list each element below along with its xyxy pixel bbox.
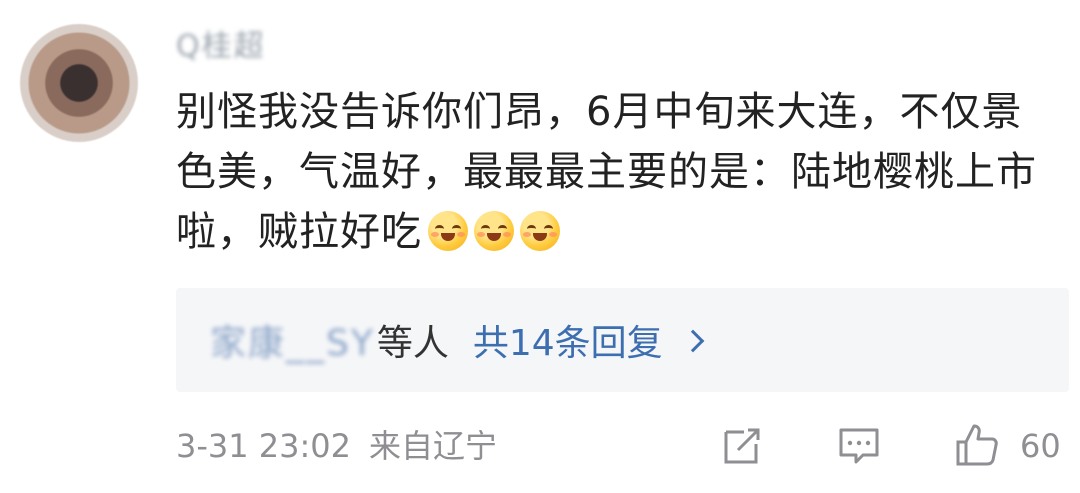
reply-suffix: 等人 <box>376 323 449 364</box>
avatar[interactable] <box>20 24 138 142</box>
blush-emoji-icon <box>428 211 468 251</box>
blush-emoji-icon <box>520 211 560 251</box>
comment-location: 来自辽宁 <box>369 427 498 465</box>
reply-count-link[interactable]: 共14条回复 <box>473 314 663 366</box>
comment-text: 别怪我没告诉你们昂，6月中旬来大连，不仅景色美，气温好，最最最主要的是：陆地樱桃… <box>176 89 1037 255</box>
comment-time: 3-31 23:02 <box>176 427 352 465</box>
share-icon[interactable] <box>720 422 766 468</box>
thumbs-up-icon[interactable] <box>954 422 1000 468</box>
chevron-right-icon[interactable] <box>681 329 704 353</box>
reply-user-names[interactable]: 家康__SY <box>210 314 375 366</box>
blush-emoji-icon <box>474 211 514 251</box>
comment-meta: 3-31 23:02 来自辽宁 <box>176 424 515 468</box>
like-count: 60 <box>1020 427 1061 465</box>
comment-icon[interactable] <box>836 422 882 468</box>
replies-preview[interactable]: 家康__SY 等人 共14条回复 <box>176 288 1069 392</box>
comment-text-block: 别怪我没告诉你们昂，6月中旬来大连，不仅景色美，气温好，最最最主要的是：陆地樱桃… <box>176 82 1056 262</box>
username[interactable]: Q桂超 <box>176 28 266 66</box>
